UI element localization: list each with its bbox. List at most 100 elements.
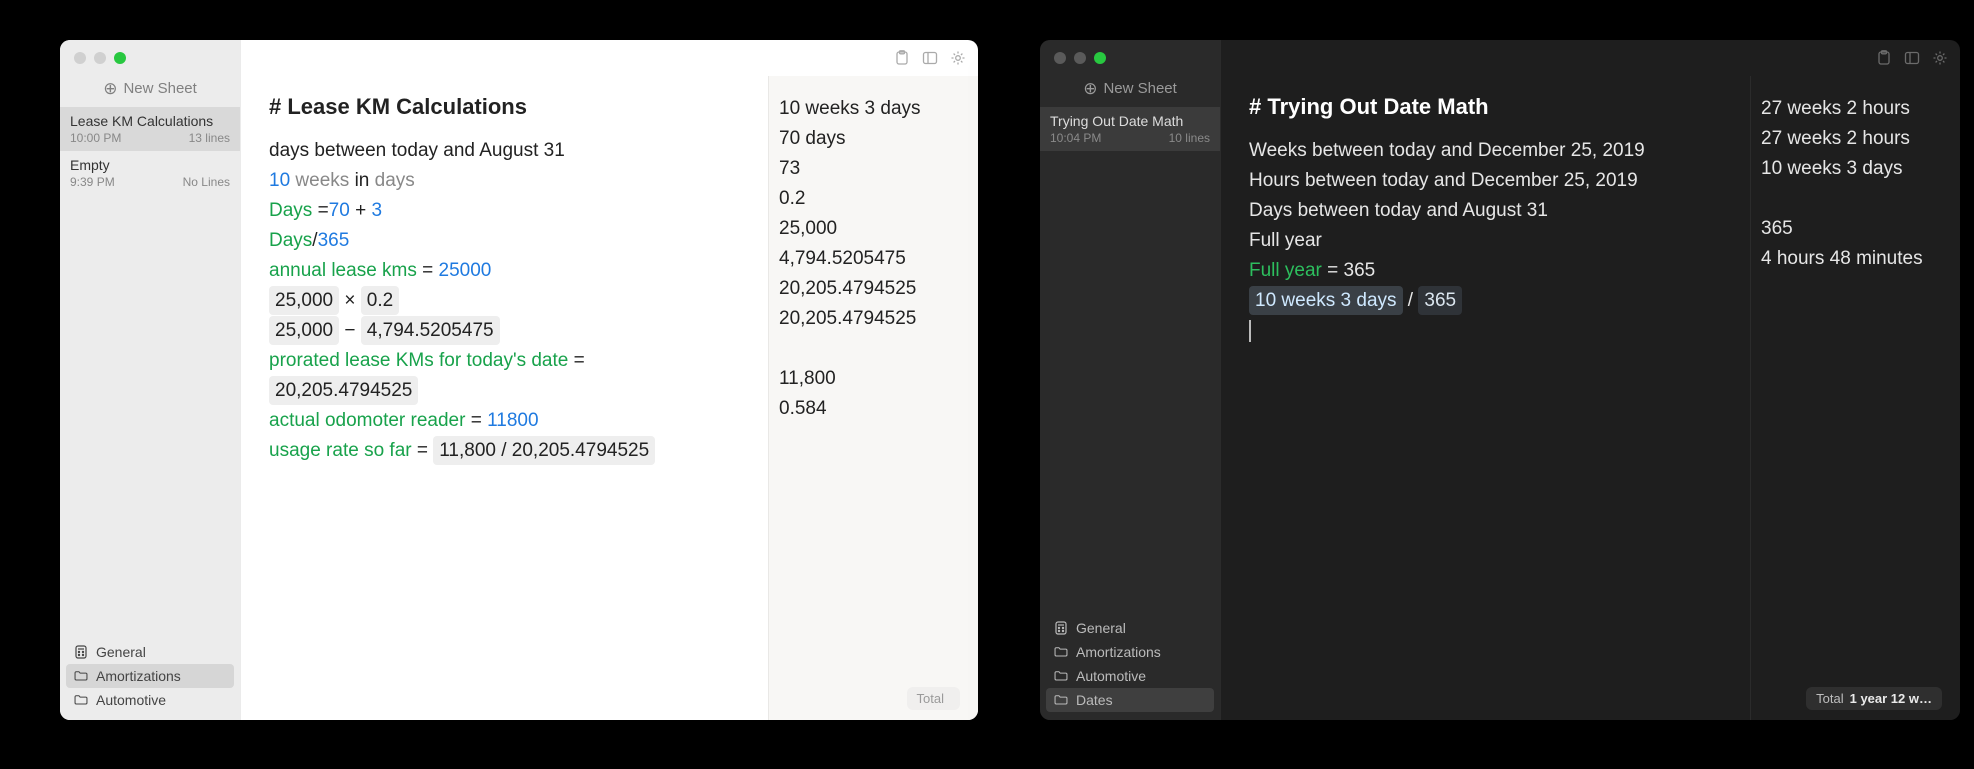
folder-icon <box>1054 694 1068 706</box>
token: Days <box>269 200 312 221</box>
settings-icon[interactable] <box>950 50 966 66</box>
editor-line[interactable]: prorated lease KMs for today's date = <box>269 346 748 376</box>
window-light: ⊕ New Sheet Lease KM Calculations10:00 P… <box>60 40 978 720</box>
sheet-item[interactable]: Empty9:39 PMNo Lines <box>60 151 240 195</box>
clipboard-icon[interactable] <box>894 50 910 66</box>
total-box[interactable]: Total <box>907 687 960 710</box>
editor[interactable]: # Trying Out Date Math Weeks between tod… <box>1221 76 1750 720</box>
sheet-list: Lease KM Calculations10:00 PM13 linesEmp… <box>60 107 240 195</box>
result-value[interactable]: 73 <box>779 154 960 184</box>
result-value[interactable]: 0.2 <box>779 184 960 214</box>
result-value[interactable]: 25,000 <box>779 214 960 244</box>
settings-icon[interactable] <box>1932 50 1948 66</box>
editor-line[interactable]: 20,205.4794525 <box>269 376 748 406</box>
result-value[interactable]: 11,800 <box>779 364 960 394</box>
editor-line[interactable] <box>1249 316 1730 346</box>
editor-line[interactable]: days between today and August 31 <box>269 136 748 166</box>
close-icon[interactable] <box>1054 52 1066 64</box>
sheet-name: Empty <box>70 157 230 173</box>
result-value[interactable]: 4 hours 48 minutes <box>1761 244 1942 274</box>
editor-line[interactable]: annual lease kms = 25000 <box>269 256 748 286</box>
maximize-icon[interactable] <box>1094 52 1106 64</box>
folder-item[interactable]: Automotive <box>66 688 234 712</box>
folder-list: General AmortizationsAutomotive <box>60 636 240 720</box>
plus-circle-icon: ⊕ <box>1083 80 1097 97</box>
result-value[interactable]: 27 weeks 2 hours <box>1761 94 1942 124</box>
token: = <box>568 350 584 371</box>
editor-line[interactable]: Full year = 365 <box>1249 256 1730 286</box>
result-value[interactable]: 20,205.4794525 <box>779 304 960 334</box>
sheet-title: # Trying Out Date Math <box>1249 94 1730 120</box>
calculator-icon <box>1054 621 1068 635</box>
result-value[interactable] <box>779 334 960 364</box>
result-value[interactable]: 365 <box>1761 214 1942 244</box>
total-box[interactable]: Total 1 year 12 w… <box>1806 687 1942 710</box>
token: = <box>312 200 328 221</box>
folder-item[interactable]: Amortizations <box>66 664 234 688</box>
token: 11,800 / 20,205.4794525 <box>433 436 655 465</box>
result-value[interactable]: 70 days <box>779 124 960 154</box>
editor-line[interactable]: 10 weeks 3 days / 365 <box>1249 286 1730 316</box>
editor-line[interactable]: Days =70 + 3 <box>269 196 748 226</box>
folder-label: General <box>96 644 146 660</box>
token: − <box>339 320 361 341</box>
editor-line[interactable]: Days between today and August 31 <box>1249 196 1730 226</box>
editor-line[interactable]: Full year <box>1249 226 1730 256</box>
sidebar-toggle-icon[interactable] <box>1904 50 1920 66</box>
folder-item[interactable]: Dates <box>1046 688 1214 712</box>
editor-line[interactable]: Hours between today and December 25, 201… <box>1249 166 1730 196</box>
editor-line[interactable]: actual odomoter reader = 11800 <box>269 406 748 436</box>
editor-line[interactable]: usage rate so far = 11,800 / 20,205.4794… <box>269 436 748 466</box>
token: = <box>412 440 434 461</box>
result-value[interactable]: 10 weeks 3 days <box>779 94 960 124</box>
minimize-icon[interactable] <box>94 52 106 64</box>
sheet-item[interactable]: Lease KM Calculations10:00 PM13 lines <box>60 107 240 151</box>
token: + <box>350 200 372 221</box>
result-value[interactable]: 4,794.5205475 <box>779 244 960 274</box>
folder-item[interactable]: General <box>66 640 234 664</box>
text-cursor <box>1249 320 1251 342</box>
editor-line[interactable]: Days/365 <box>269 226 748 256</box>
close-icon[interactable] <box>74 52 86 64</box>
token: annual lease kms <box>269 260 417 281</box>
sheet-item[interactable]: Trying Out Date Math10:04 PM10 lines <box>1040 107 1220 151</box>
traffic-lights <box>60 40 240 74</box>
new-sheet-button[interactable]: ⊕ New Sheet <box>60 74 240 107</box>
folder-item[interactable]: Amortizations <box>1046 640 1214 664</box>
editor-line[interactable]: 25,000 × 0.2 <box>269 286 748 316</box>
plus-circle-icon: ⊕ <box>103 80 117 97</box>
token: 25,000 <box>269 316 339 345</box>
folder-label: Dates <box>1076 692 1113 708</box>
sidebar-toggle-icon[interactable] <box>922 50 938 66</box>
sheet-list: Trying Out Date Math10:04 PM10 lines <box>1040 107 1220 151</box>
result-value[interactable] <box>1761 184 1942 214</box>
token: = <box>465 410 487 431</box>
result-value[interactable]: 20,205.4794525 <box>779 274 960 304</box>
clipboard-icon[interactable] <box>1876 50 1892 66</box>
token: prorated lease KMs for today's date <box>269 350 568 371</box>
result-value[interactable]: 10 weeks 3 days <box>1761 154 1942 184</box>
folder-item[interactable]: Automotive <box>1046 664 1214 688</box>
folder-item[interactable]: General <box>1046 616 1214 640</box>
sheet-meta: 10 lines <box>1169 131 1210 145</box>
token: 11800 <box>487 410 538 431</box>
sheet-time: 10:04 PM <box>1050 131 1101 145</box>
token: Full year <box>1249 260 1322 281</box>
token: 25000 <box>439 260 492 281</box>
token: 0.2 <box>361 286 399 315</box>
new-sheet-button[interactable]: ⊕ New Sheet <box>1040 74 1220 107</box>
editor-line[interactable]: Weeks between today and December 25, 201… <box>1249 136 1730 166</box>
editor-line[interactable]: 10 weeks in days <box>269 166 748 196</box>
token: 4,794.5205475 <box>361 316 500 345</box>
editor[interactable]: # Lease KM Calculations days between tod… <box>241 76 768 720</box>
minimize-icon[interactable] <box>1074 52 1086 64</box>
result-value[interactable]: 27 weeks 2 hours <box>1761 124 1942 154</box>
sidebar: ⊕ New Sheet Lease KM Calculations10:00 P… <box>60 40 240 720</box>
folder-icon <box>74 670 88 682</box>
result-value[interactable]: 0.584 <box>779 394 960 424</box>
editor-line[interactable]: 25,000 − 4,794.5205475 <box>269 316 748 346</box>
total-label: Total <box>1816 691 1843 706</box>
maximize-icon[interactable] <box>114 52 126 64</box>
sheet-name: Lease KM Calculations <box>70 113 230 129</box>
window-dark: ⊕ New Sheet Trying Out Date Math10:04 PM… <box>1040 40 1960 720</box>
